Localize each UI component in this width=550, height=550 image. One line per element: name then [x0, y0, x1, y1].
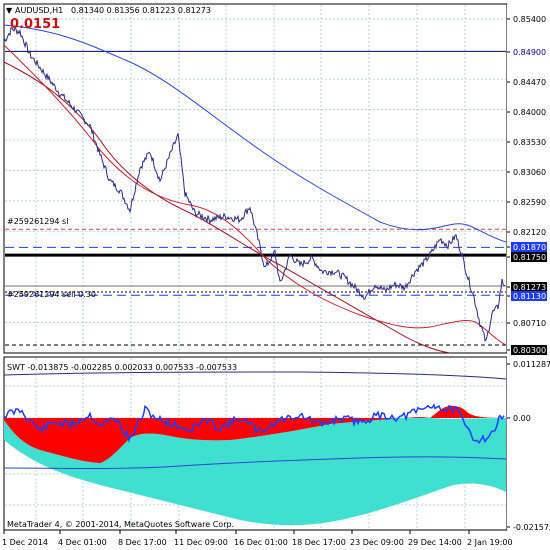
price-tick-label-5: 0.83060	[513, 168, 546, 177]
indicator-title: SWT -0.013875 -0.002285 0.002033 0.00753…	[7, 363, 237, 372]
copyright-text: MetaTrader 4, © 2001-2014, MetaQuotes So…	[7, 520, 234, 529]
time-tick-label-4: 16 Dec 01:00	[234, 538, 288, 547]
sub-tick-label-1: 0.00	[513, 414, 531, 423]
time-tick-label-6: 23 Dec 09:00	[350, 538, 404, 547]
order-sl-label[interactable]: #259261294 sl	[7, 217, 68, 226]
price-tick-label-10: 0.81273	[513, 283, 546, 292]
symbol-title: AUDUSD,H1	[15, 6, 63, 15]
triangle-down-icon[interactable]: ▼	[6, 6, 13, 15]
price-tick-label-9: 0.81750	[513, 253, 546, 262]
ohlc-values: 0.81340 0.81356 0.81223 0.81273	[71, 6, 211, 15]
price-tick-label-7: 0.82120	[513, 228, 546, 237]
sub-tick-label-2: -0.021573	[513, 523, 550, 532]
price-tick-label-3: 0.84000	[513, 108, 546, 117]
time-tick-label-7: 29 Dec 14:00	[408, 538, 462, 547]
time-tick-label-2: 8 Dec 17:00	[118, 538, 167, 547]
price-tick-label-6: 0.82590	[513, 198, 546, 207]
trading-chart[interactable]: 0.85400 0.84900 0.84470 0.84000 0.83530 0.830…	[0, 0, 550, 550]
time-tick-label-8: 2 Jan 19:00	[467, 538, 513, 547]
order-sell-label[interactable]: #259261294 sell 0.30	[7, 290, 96, 299]
spread-badge: 0.0151	[10, 17, 60, 32]
price-tick-label-13: 0.80300	[513, 346, 546, 355]
main-chart-frame[interactable]	[3, 3, 508, 354]
time-ticks: 1 Dec 2014 4 Dec 01:00 8 Dec 17:00 11 Dec 0…	[2, 530, 513, 547]
price-tick-label-11: 0.81130	[513, 292, 546, 301]
price-tick-label-12: 0.80710	[513, 319, 546, 328]
time-tick-label-5: 18 Dec 17:00	[292, 538, 346, 547]
sub-tick-label-0: 0.011287	[513, 360, 550, 369]
time-tick-label-3: 11 Dec 09:00	[174, 538, 228, 547]
time-tick-label-0: 1 Dec 2014	[2, 538, 48, 547]
price-tick-label-8: 0.81870	[513, 243, 546, 252]
price-tick-label-2: 0.84470	[513, 78, 546, 87]
price-tick-label-4: 0.83530	[513, 138, 546, 147]
time-tick-label-1: 4 Dec 01:00	[58, 538, 107, 547]
price-tick-label-1: 0.84900	[513, 48, 546, 57]
price-tick-label-0: 0.85400	[513, 15, 546, 24]
